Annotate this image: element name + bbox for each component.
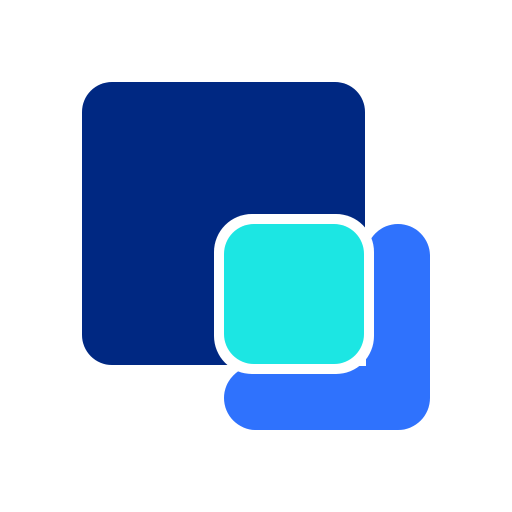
small-square-shape — [224, 224, 364, 364]
overlapping-squares-icon — [82, 82, 430, 430]
app-icon-canvas — [0, 0, 512, 512]
